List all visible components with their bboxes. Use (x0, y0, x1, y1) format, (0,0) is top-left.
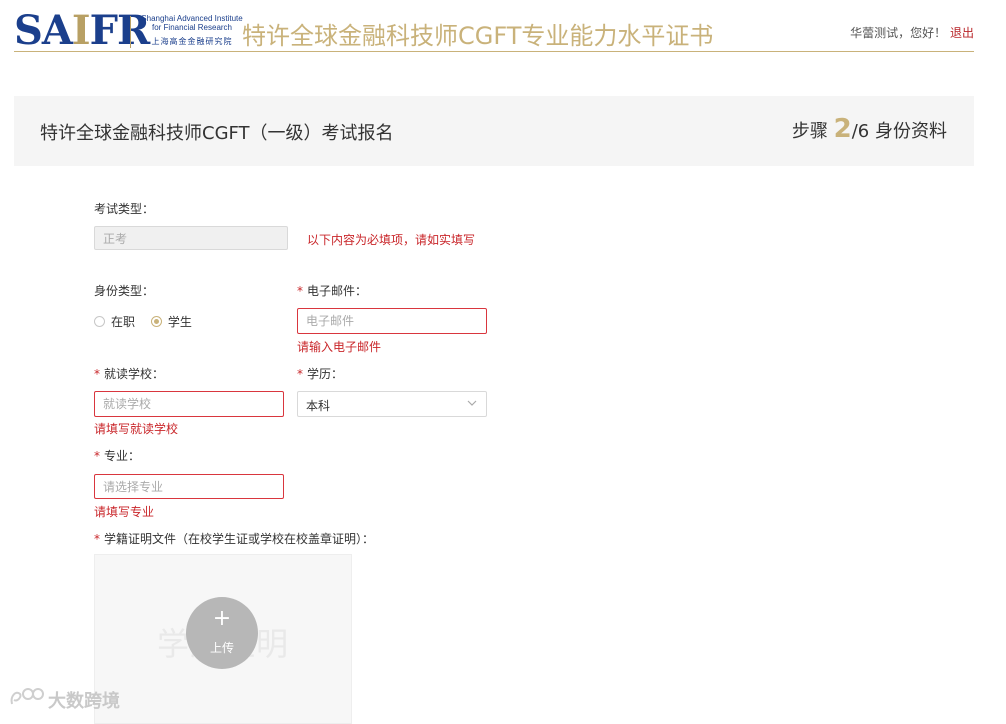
watermark-logo-icon (10, 688, 44, 705)
email-label: * 电子邮件： (297, 284, 368, 298)
education-label: * 学历： (297, 367, 344, 381)
watermark: 大数跨境 (8, 686, 120, 712)
logo-divider (130, 16, 131, 48)
radio-employed-label: 在职 (111, 315, 136, 329)
email-field[interactable] (297, 308, 487, 334)
upload-label: * 学籍证明文件（在校学生证或学校在校盖章证明）： (94, 532, 375, 546)
plus-icon: + (212, 606, 232, 631)
identity-radio-group: 在职 学生 (94, 313, 204, 330)
chevron-down-icon (467, 400, 477, 406)
step-prefix: 步骤 (791, 121, 828, 142)
required-note: 以下内容为必填项，请如实填写 (307, 233, 476, 247)
upload-button[interactable]: + 上传 (186, 597, 258, 669)
logo-mark: SAIFR (14, 7, 150, 54)
upload-button-label: 上传 (209, 641, 234, 655)
upload-area[interactable]: 学历证明 + 上传 (94, 554, 352, 724)
exam-type-field (94, 226, 288, 250)
step-current: 2 (833, 114, 852, 144)
school-label: * 就读学校： (94, 367, 165, 381)
required-asterisk: * (94, 449, 100, 463)
step-name: 身份资料 (875, 121, 947, 142)
user-area: 华蕾测试，您好！ 退出 (850, 24, 974, 41)
user-greeting: 华蕾测试，您好！ (850, 26, 947, 40)
identity-type-label: 身份类型： (94, 284, 155, 298)
logo-chinese-name: 上海高金金融研究院 (151, 37, 233, 46)
education-select[interactable]: 本科 (297, 391, 487, 417)
required-asterisk: * (297, 284, 303, 298)
page-title: 特许全球金融科技师CGFT（一级）考试报名 (40, 123, 394, 144)
email-error: 请输入电子邮件 (297, 340, 382, 354)
school-error: 请填写就读学校 (94, 422, 179, 436)
school-field[interactable] (94, 391, 284, 417)
radio-employed-circle (94, 316, 105, 327)
required-asterisk: * (94, 367, 100, 381)
required-asterisk: * (297, 367, 303, 381)
logo-english-name: Shanghai Advanced Institute for Financia… (141, 14, 243, 32)
major-error: 请填写专业 (94, 505, 155, 519)
major-field[interactable] (94, 474, 284, 499)
step-total: /6 (851, 121, 870, 142)
step-indicator: 步骤 2/6 身份资料 (792, 114, 947, 144)
logout-link[interactable]: 退出 (950, 26, 974, 40)
site-title: 特许全球金融科技师CGFT专业能力水平证书 (242, 22, 714, 50)
page-banner: 特许全球金融科技师CGFT（一级）考试报名 步骤 2/6 身份资料 (14, 96, 974, 166)
exam-type-label: 考试类型： (94, 202, 155, 216)
radio-student-circle (150, 316, 162, 327)
major-label: * 专业： (94, 449, 141, 463)
top-header: SAIFR Shanghai Advanced Institute for Fi… (0, 0, 1006, 55)
watermark-text: 大数跨境 (48, 691, 120, 712)
header-divider (14, 51, 974, 52)
radio-student-label: 学生 (167, 315, 192, 329)
radio-student[interactable]: 学生 (150, 313, 192, 330)
radio-employed[interactable]: 在职 (94, 313, 135, 330)
required-asterisk: * (94, 532, 100, 546)
education-selected-value: 本科 (306, 399, 331, 413)
